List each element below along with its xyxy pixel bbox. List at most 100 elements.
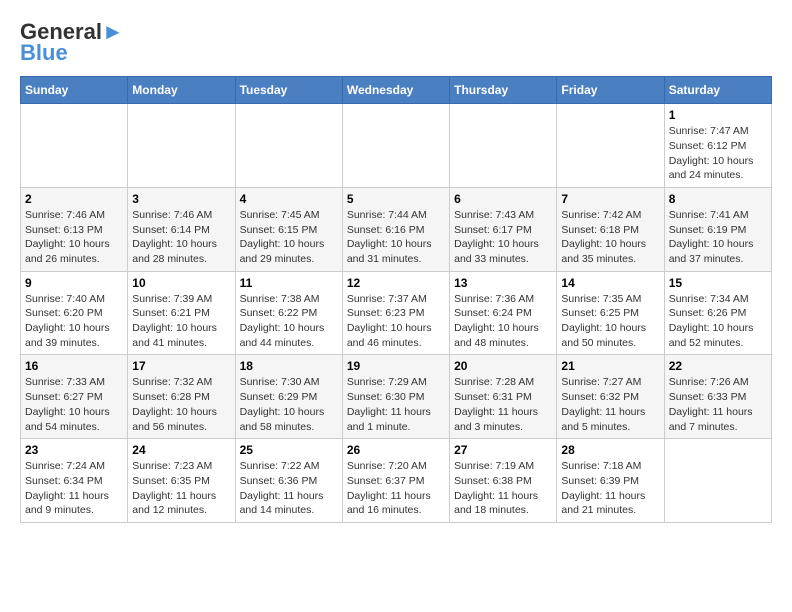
calendar-cell: 9 Sunrise: 7:40 AM Sunset: 6:20 PM Daylig… <box>21 271 128 355</box>
calendar-cell: 5 Sunrise: 7:44 AM Sunset: 6:16 PM Daylig… <box>342 187 449 271</box>
day-number: 25 <box>240 443 338 457</box>
calendar-header-row: SundayMondayTuesdayWednesdayThursdayFrid… <box>21 77 772 104</box>
day-info: Sunrise: 7:40 AM Sunset: 6:20 PM Dayligh… <box>25 292 123 351</box>
day-info: Sunrise: 7:43 AM Sunset: 6:17 PM Dayligh… <box>454 208 552 267</box>
calendar-cell: 11 Sunrise: 7:38 AM Sunset: 6:22 PM Dayli… <box>235 271 342 355</box>
day-number: 27 <box>454 443 552 457</box>
calendar-cell: 10 Sunrise: 7:39 AM Sunset: 6:21 PM Dayli… <box>128 271 235 355</box>
day-info: Sunrise: 7:30 AM Sunset: 6:29 PM Dayligh… <box>240 375 338 434</box>
calendar-cell: 3 Sunrise: 7:46 AM Sunset: 6:14 PM Daylig… <box>128 187 235 271</box>
day-number: 8 <box>669 192 767 206</box>
day-number: 16 <box>25 359 123 373</box>
day-number: 1 <box>669 108 767 122</box>
calendar-cell: 4Sunrise: 7:45 AM Sunset: 6:15 PM Daylig… <box>235 187 342 271</box>
calendar-cell: 16 Sunrise: 7:33 AM Sunset: 6:27 PM Dayli… <box>21 355 128 439</box>
day-number: 24 <box>132 443 230 457</box>
day-number: 3 <box>132 192 230 206</box>
calendar-cell: 21 Sunrise: 7:27 AM Sunset: 6:32 PM Dayli… <box>557 355 664 439</box>
day-number: 13 <box>454 276 552 290</box>
header: General► Blue <box>20 20 772 66</box>
calendar-cell: 26 Sunrise: 7:20 AM Sunset: 6:37 PM Dayli… <box>342 439 449 523</box>
calendar-cell: 12 Sunrise: 7:37 AM Sunset: 6:23 PM Dayli… <box>342 271 449 355</box>
weekday-header-thursday: Thursday <box>450 77 557 104</box>
day-info: Sunrise: 7:22 AM Sunset: 6:36 PM Dayligh… <box>240 459 338 518</box>
day-number: 18 <box>240 359 338 373</box>
weekday-header-wednesday: Wednesday <box>342 77 449 104</box>
weekday-header-tuesday: Tuesday <box>235 77 342 104</box>
day-info: Sunrise: 7:44 AM Sunset: 6:16 PM Dayligh… <box>347 208 445 267</box>
calendar-cell: 8 Sunrise: 7:41 AM Sunset: 6:19 PM Daylig… <box>664 187 771 271</box>
day-info: Sunrise: 7:24 AM Sunset: 6:34 PM Dayligh… <box>25 459 123 518</box>
day-number: 19 <box>347 359 445 373</box>
day-info: Sunrise: 7:33 AM Sunset: 6:27 PM Dayligh… <box>25 375 123 434</box>
calendar-cell: 20 Sunrise: 7:28 AM Sunset: 6:31 PM Dayli… <box>450 355 557 439</box>
calendar-week-1: 1Sunrise: 7:47 AM Sunset: 6:12 PM Daylig… <box>21 104 772 188</box>
day-number: 12 <box>347 276 445 290</box>
day-number: 26 <box>347 443 445 457</box>
calendar-cell <box>450 104 557 188</box>
day-number: 6 <box>454 192 552 206</box>
calendar-cell: 24 Sunrise: 7:23 AM Sunset: 6:35 PM Dayli… <box>128 439 235 523</box>
calendar-cell <box>342 104 449 188</box>
weekday-header-friday: Friday <box>557 77 664 104</box>
calendar-cell: 7 Sunrise: 7:42 AM Sunset: 6:18 PM Daylig… <box>557 187 664 271</box>
day-info: Sunrise: 7:26 AM Sunset: 6:33 PM Dayligh… <box>669 375 767 434</box>
calendar-cell: 14Sunrise: 7:35 AM Sunset: 6:25 PM Dayli… <box>557 271 664 355</box>
calendar-cell <box>235 104 342 188</box>
calendar-cell: 6 Sunrise: 7:43 AM Sunset: 6:17 PM Daylig… <box>450 187 557 271</box>
calendar-cell: 2 Sunrise: 7:46 AM Sunset: 6:13 PM Daylig… <box>21 187 128 271</box>
calendar-cell <box>664 439 771 523</box>
calendar-cell: 28Sunrise: 7:18 AM Sunset: 6:39 PM Dayli… <box>557 439 664 523</box>
day-info: Sunrise: 7:37 AM Sunset: 6:23 PM Dayligh… <box>347 292 445 351</box>
calendar-cell: 27Sunrise: 7:19 AM Sunset: 6:38 PM Dayli… <box>450 439 557 523</box>
day-number: 7 <box>561 192 659 206</box>
calendar-cell: 13 Sunrise: 7:36 AM Sunset: 6:24 PM Dayli… <box>450 271 557 355</box>
weekday-header-sunday: Sunday <box>21 77 128 104</box>
day-number: 11 <box>240 276 338 290</box>
logo-blue: Blue <box>20 40 68 66</box>
day-number: 22 <box>669 359 767 373</box>
day-number: 5 <box>347 192 445 206</box>
day-info: Sunrise: 7:29 AM Sunset: 6:30 PM Dayligh… <box>347 375 445 434</box>
day-info: Sunrise: 7:46 AM Sunset: 6:13 PM Dayligh… <box>25 208 123 267</box>
day-info: Sunrise: 7:28 AM Sunset: 6:31 PM Dayligh… <box>454 375 552 434</box>
calendar-week-3: 9 Sunrise: 7:40 AM Sunset: 6:20 PM Daylig… <box>21 271 772 355</box>
calendar-cell: 18 Sunrise: 7:30 AM Sunset: 6:29 PM Dayli… <box>235 355 342 439</box>
day-info: Sunrise: 7:23 AM Sunset: 6:35 PM Dayligh… <box>132 459 230 518</box>
calendar-cell: 25 Sunrise: 7:22 AM Sunset: 6:36 PM Dayli… <box>235 439 342 523</box>
day-number: 28 <box>561 443 659 457</box>
day-number: 23 <box>25 443 123 457</box>
calendar-cell: 23 Sunrise: 7:24 AM Sunset: 6:34 PM Dayli… <box>21 439 128 523</box>
day-info: Sunrise: 7:39 AM Sunset: 6:21 PM Dayligh… <box>132 292 230 351</box>
calendar-cell: 1Sunrise: 7:47 AM Sunset: 6:12 PM Daylig… <box>664 104 771 188</box>
day-number: 2 <box>25 192 123 206</box>
calendar-cell <box>21 104 128 188</box>
calendar-cell <box>557 104 664 188</box>
day-number: 20 <box>454 359 552 373</box>
calendar-cell: 19 Sunrise: 7:29 AM Sunset: 6:30 PM Dayli… <box>342 355 449 439</box>
day-info: Sunrise: 7:46 AM Sunset: 6:14 PM Dayligh… <box>132 208 230 267</box>
day-number: 21 <box>561 359 659 373</box>
calendar-table: SundayMondayTuesdayWednesdayThursdayFrid… <box>20 76 772 523</box>
day-info: Sunrise: 7:27 AM Sunset: 6:32 PM Dayligh… <box>561 375 659 434</box>
calendar-week-5: 23 Sunrise: 7:24 AM Sunset: 6:34 PM Dayli… <box>21 439 772 523</box>
day-number: 10 <box>132 276 230 290</box>
day-info: Sunrise: 7:35 AM Sunset: 6:25 PM Dayligh… <box>561 292 659 351</box>
calendar-cell <box>128 104 235 188</box>
day-number: 15 <box>669 276 767 290</box>
day-info: Sunrise: 7:20 AM Sunset: 6:37 PM Dayligh… <box>347 459 445 518</box>
day-number: 9 <box>25 276 123 290</box>
day-info: Sunrise: 7:36 AM Sunset: 6:24 PM Dayligh… <box>454 292 552 351</box>
calendar-cell: 15 Sunrise: 7:34 AM Sunset: 6:26 PM Dayli… <box>664 271 771 355</box>
day-number: 17 <box>132 359 230 373</box>
day-info: Sunrise: 7:32 AM Sunset: 6:28 PM Dayligh… <box>132 375 230 434</box>
day-info: Sunrise: 7:41 AM Sunset: 6:19 PM Dayligh… <box>669 208 767 267</box>
logo: General► Blue <box>20 20 124 66</box>
day-info: Sunrise: 7:34 AM Sunset: 6:26 PM Dayligh… <box>669 292 767 351</box>
day-info: Sunrise: 7:38 AM Sunset: 6:22 PM Dayligh… <box>240 292 338 351</box>
calendar-week-4: 16 Sunrise: 7:33 AM Sunset: 6:27 PM Dayli… <box>21 355 772 439</box>
day-info: Sunrise: 7:42 AM Sunset: 6:18 PM Dayligh… <box>561 208 659 267</box>
weekday-header-monday: Monday <box>128 77 235 104</box>
calendar-cell: 17 Sunrise: 7:32 AM Sunset: 6:28 PM Dayli… <box>128 355 235 439</box>
calendar-week-2: 2 Sunrise: 7:46 AM Sunset: 6:13 PM Daylig… <box>21 187 772 271</box>
